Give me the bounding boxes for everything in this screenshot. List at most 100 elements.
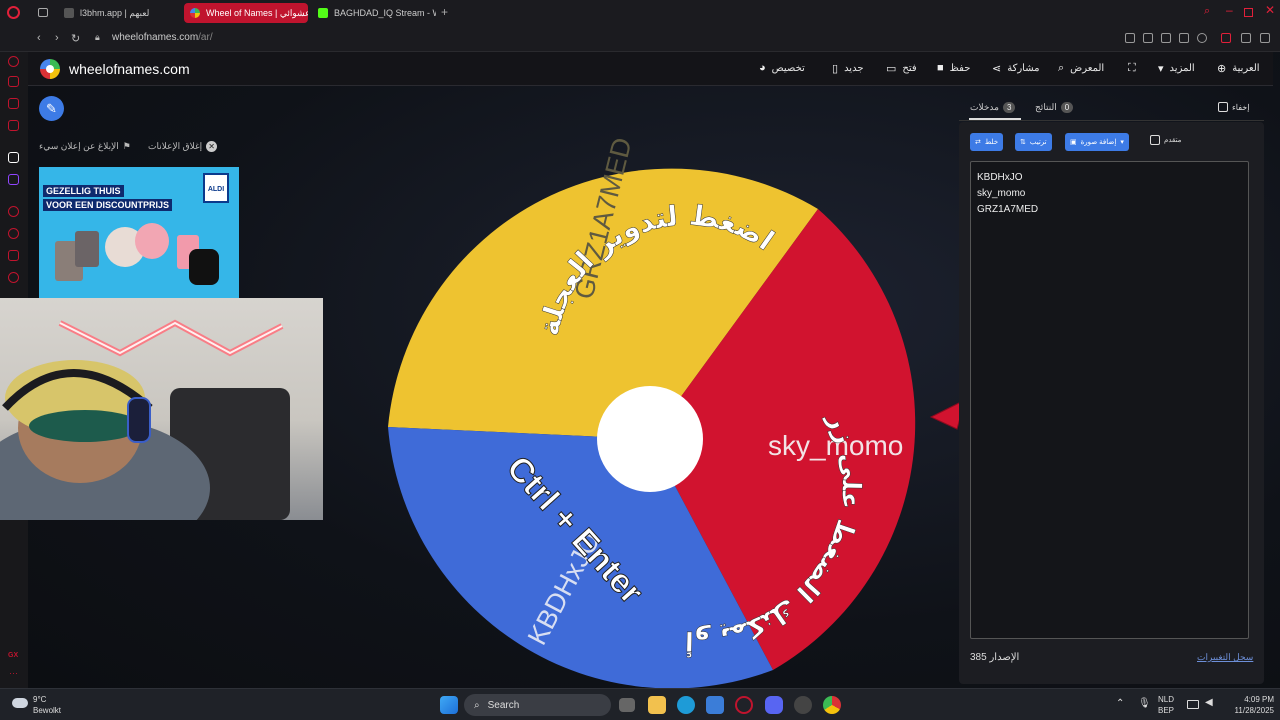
messenger-icon[interactable]	[8, 98, 19, 109]
sort-button[interactable]: ⇅ ترتيب	[1015, 133, 1052, 151]
menu-save[interactable]: ■ حفظ	[937, 62, 970, 74]
ad-headline: GEZELLIG THUIS	[43, 185, 124, 197]
store-icon[interactable]	[706, 696, 724, 714]
changelog-link[interactable]: سجل التغييرات	[1197, 652, 1253, 663]
tab-entries-label: مدخلات	[970, 102, 999, 112]
player-icon[interactable]	[8, 206, 19, 217]
weather-icon[interactable]	[12, 698, 28, 708]
heart-icon[interactable]	[1197, 33, 1207, 43]
aria-icon[interactable]	[8, 56, 19, 67]
menu-icon[interactable]	[1260, 33, 1270, 43]
menu-more[interactable]: ▾ المزيد	[1158, 62, 1195, 75]
snapshot-icon[interactable]	[1143, 33, 1153, 43]
advanced-toggle[interactable]: متقدم	[1150, 135, 1181, 145]
taskbar-search[interactable]: ⌕ Search	[464, 694, 611, 716]
minimize-button[interactable]: –	[1226, 3, 1233, 17]
shuffle-button[interactable]: ⇄ خلط	[970, 133, 1004, 151]
weather-condition[interactable]: Bewolkt	[33, 705, 61, 716]
taskbar-search-label: Search	[487, 699, 520, 711]
adblock-icon[interactable]	[1161, 33, 1171, 43]
forward-icon[interactable]: ›	[55, 32, 59, 44]
hide-checkbox[interactable]	[1218, 102, 1228, 112]
file-explorer-icon[interactable]	[648, 696, 666, 714]
url-field[interactable]: wheelofnames.com/ar/	[112, 32, 213, 43]
steam-icon[interactable]	[794, 696, 812, 714]
entries-textarea[interactable]: KBDHxJO sky_momo GRZ1A7MED	[970, 161, 1249, 639]
menu-gallery[interactable]: ⌕ المعرض	[1058, 62, 1104, 75]
tab-kick-stream[interactable]: BAGHDAD_IQ Stream - W	[312, 3, 436, 23]
pencil-icon: ✎	[46, 101, 57, 116]
opera-logo-icon[interactable]	[7, 6, 20, 19]
wheel[interactable]: GRZ1A7MED sky_momo KBDHxJO اضغط لتدوير ا…	[383, 117, 983, 688]
url-path: /ar/	[198, 32, 213, 43]
edge-icon[interactable]	[677, 696, 695, 714]
volume-icon[interactable]: ◀︎	[1205, 697, 1213, 708]
menu-label: العربية	[1232, 63, 1260, 74]
clock[interactable]: 4:09 PM 11/28/2025	[1224, 694, 1274, 716]
wheel-center-hub[interactable]	[597, 386, 703, 492]
wheel-app-icon[interactable]	[8, 152, 19, 163]
menu-new[interactable]: ▯ جديد	[832, 62, 864, 75]
tab-l3bhm[interactable]: l3bhm.app | لعبهم	[58, 3, 178, 23]
start-button[interactable]	[440, 696, 458, 714]
history-icon[interactable]	[8, 228, 19, 239]
menu-customize[interactable]: ◕ تخصيص	[759, 62, 805, 74]
tab-overview-icon[interactable]	[38, 8, 48, 17]
tray-overflow-icon[interactable]: ⌃	[1116, 698, 1124, 709]
menu-language[interactable]: ⊕ العربية	[1217, 62, 1260, 75]
bookmark-icon[interactable]	[1125, 33, 1135, 43]
fullscreen-icon: ⛶	[1128, 62, 1136, 74]
sort-icon: ⇅	[1020, 139, 1026, 146]
reload-icon[interactable]: ↻	[71, 32, 80, 45]
tab-results[interactable]: النتائج 0	[1035, 102, 1074, 113]
edit-pencil-button[interactable]: ✎	[39, 96, 64, 121]
cube-icon[interactable]	[8, 250, 19, 261]
add-image-button[interactable]: ▣ إضافة صورة ▾	[1065, 133, 1129, 151]
opera-taskbar-icon[interactable]	[735, 696, 753, 714]
gx-icon[interactable]: GX	[8, 652, 18, 659]
advanced-label: متقدم	[1164, 137, 1182, 144]
entry-line: GRZ1A7MED	[977, 204, 1039, 215]
search-tabs-icon[interactable]: ⌕	[1204, 5, 1210, 18]
tab-wheel-of-names[interactable]: Wheel of Names | عشوائي	[184, 3, 308, 23]
menu-share[interactable]: ⋖ مشاركة	[992, 62, 1040, 75]
fullscreen-button[interactable]: ⛶	[1128, 62, 1136, 75]
discord-icon[interactable]	[765, 696, 783, 714]
clock-time: 4:09 PM	[1244, 695, 1274, 704]
browser-tab-bar: l3bhm.app | لعبهم Wheel of Names | عشوائ…	[0, 0, 1280, 26]
extension-icon[interactable]	[1179, 33, 1189, 43]
wallet-icon[interactable]	[1221, 33, 1231, 43]
task-view-icon[interactable]	[619, 698, 635, 712]
twitch-icon[interactable]	[8, 174, 19, 185]
entries-panel-body: ⇄ خلط ⇅ ترتيب ▣ إضافة صورة ▾ متقدم KBDHx…	[959, 122, 1264, 684]
settings-icon[interactable]	[8, 272, 19, 283]
new-tab-button[interactable]: +	[441, 5, 448, 19]
weather-temp[interactable]: 9°C	[33, 694, 46, 705]
advanced-checkbox[interactable]	[1150, 135, 1160, 145]
close-ads-link[interactable]: إغلاق الإعلانات ✕	[148, 141, 218, 152]
chrome-icon[interactable]	[823, 696, 841, 714]
results-count-badge: 0	[1060, 102, 1074, 113]
site-name[interactable]: wheelofnames.com	[69, 61, 190, 77]
back-icon[interactable]: ‹	[37, 32, 41, 44]
news-icon[interactable]	[8, 120, 19, 131]
shuffle-icon: ⇄	[975, 139, 981, 146]
network-icon[interactable]	[1187, 700, 1199, 709]
report-ad-link[interactable]: الإبلاغ عن إعلان سيء ⚑	[39, 141, 131, 152]
address-bar-row: ‹ › ↻ 🔒︎ wheelofnames.com/ar/	[0, 26, 1280, 52]
entry-line: KBDHxJO	[977, 172, 1023, 183]
microphone-icon[interactable]: 🎙︎	[1138, 698, 1151, 709]
share-icon: ⋖	[992, 63, 1002, 75]
gaming-icon[interactable]	[8, 76, 19, 87]
maximize-button[interactable]	[1244, 8, 1253, 17]
site-logo-icon[interactable]	[40, 59, 60, 79]
more-icon[interactable]: ···	[9, 668, 18, 678]
menu-open[interactable]: ▭ فتح	[886, 62, 917, 75]
close-window-button[interactable]: ✕	[1265, 3, 1275, 17]
download-icon[interactable]	[1241, 33, 1251, 43]
tab-entries[interactable]: مدخلات 3	[970, 102, 1016, 113]
hide-toggle[interactable]: إخفاء	[1218, 102, 1249, 112]
ad-product-image	[135, 223, 169, 259]
keyboard-layout[interactable]: NLD BEP	[1158, 694, 1174, 716]
advertisement-banner[interactable]: GEZELLIG THUIS VOOR EEN DISCOUNTPRIJS AL…	[39, 167, 239, 299]
